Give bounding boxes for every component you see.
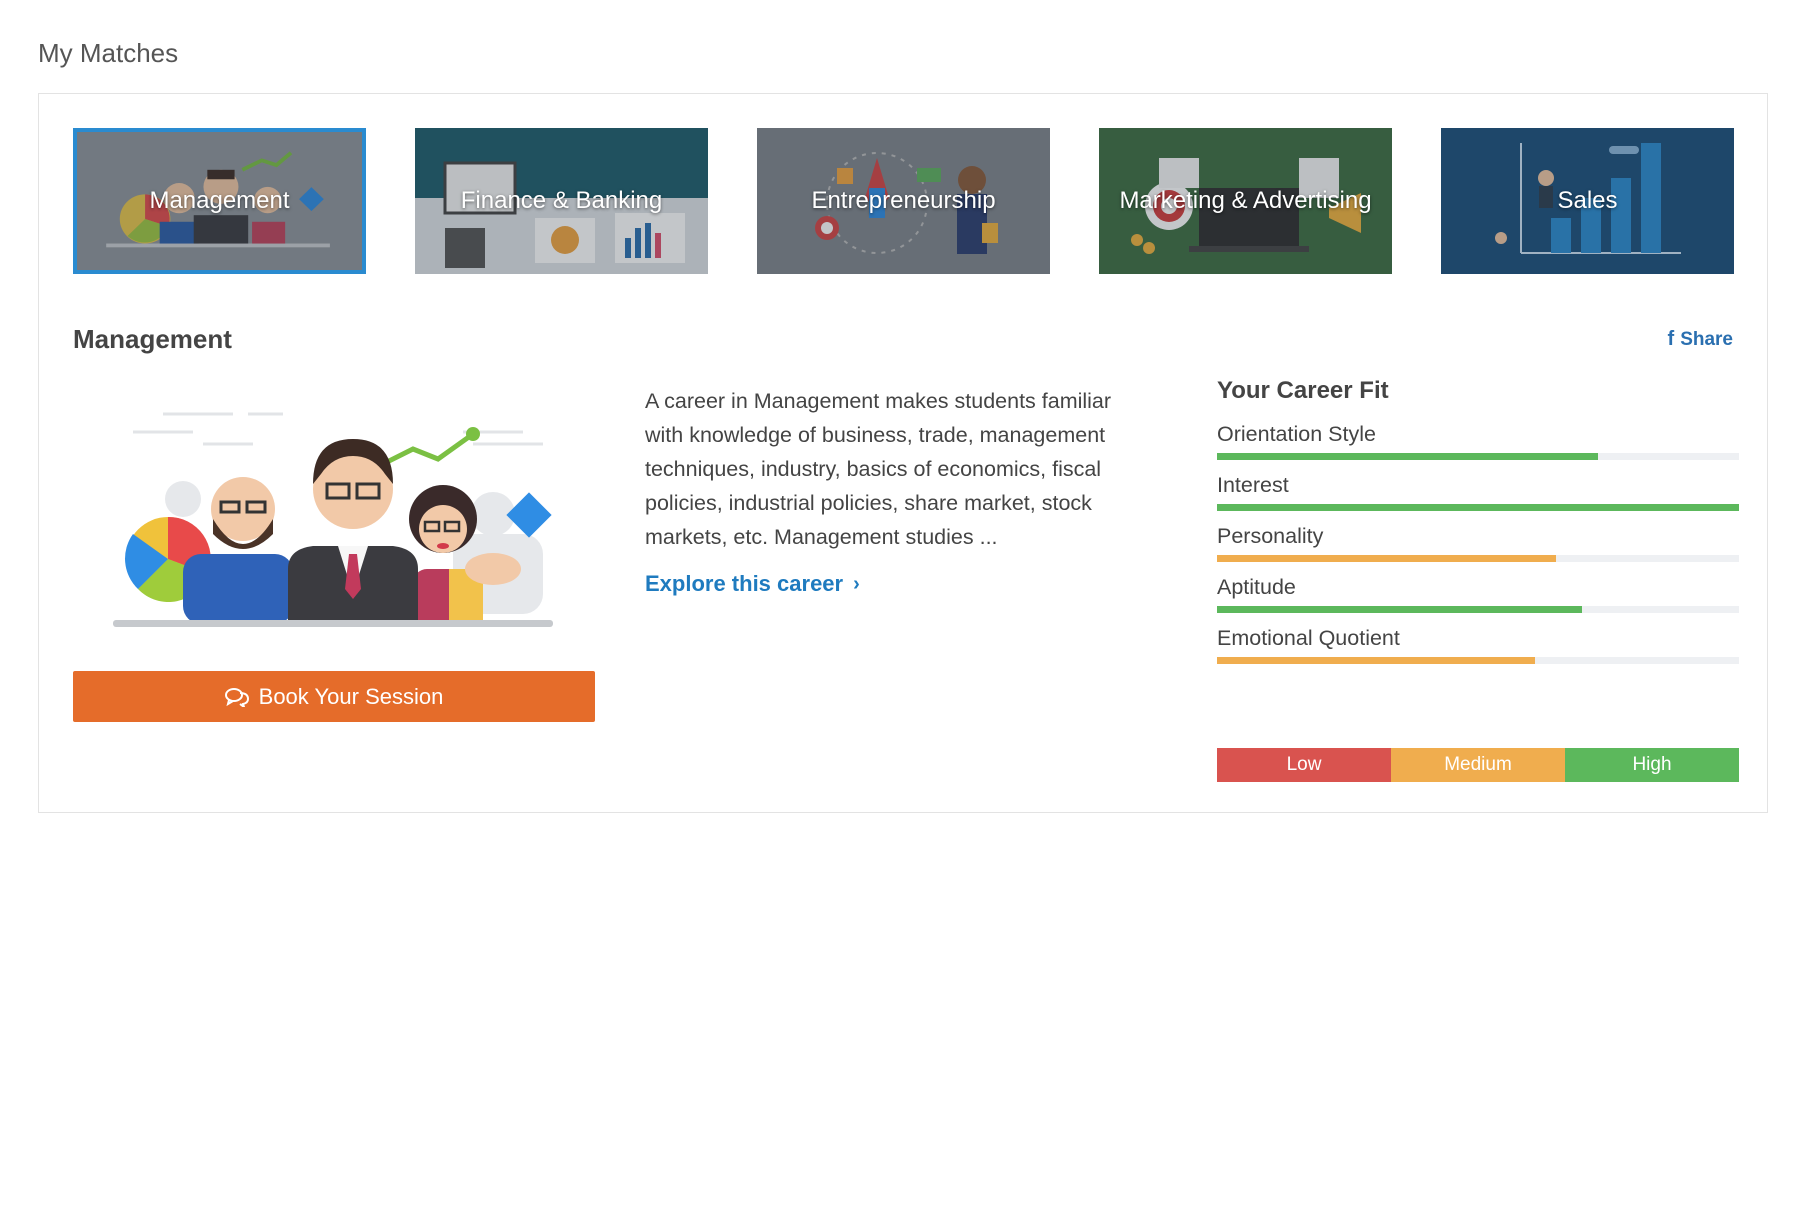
- chat-bubbles-icon: [224, 687, 249, 707]
- fit-bar-track: [1217, 555, 1739, 562]
- chevron-right-icon: ›: [853, 572, 860, 595]
- fit-item: Personality: [1217, 521, 1739, 562]
- legend-low: Low: [1217, 748, 1391, 782]
- fit-legend: Low Medium High: [1217, 748, 1739, 782]
- share-button[interactable]: f Share: [1668, 328, 1733, 351]
- page: My Matches Management Finance & Banking …: [0, 0, 1800, 1228]
- legend-high: High: [1565, 748, 1739, 782]
- fit-item: Emotional Quotient: [1217, 623, 1739, 664]
- fit-item: Aptitude: [1217, 572, 1739, 613]
- fit-item: Interest: [1217, 470, 1739, 511]
- page-title: My Matches: [38, 38, 179, 68]
- tile-label: Entrepreneurship: [811, 187, 996, 214]
- fit-bar-fill: [1217, 555, 1557, 562]
- book-session-button[interactable]: Book Your Session: [73, 671, 595, 722]
- fit-item-label: Emotional Quotient: [1217, 626, 1400, 650]
- career-title: Management: [73, 324, 232, 354]
- tile-label: Marketing & Advertising: [1119, 187, 1372, 214]
- fit-item-label: Interest: [1217, 473, 1289, 497]
- share-label: Share: [1680, 328, 1733, 350]
- career-description: A career in Management makes students fa…: [645, 389, 1112, 549]
- tile-label: Sales: [1557, 187, 1618, 214]
- tile-management[interactable]: Management: [73, 128, 366, 274]
- fit-item-label: Orientation Style: [1217, 422, 1376, 446]
- tile-entrepreneurship[interactable]: Entrepreneurship: [757, 128, 1050, 274]
- management-hero-illustration: [113, 412, 553, 627]
- fit-bar-fill: [1217, 453, 1599, 460]
- fit-bar-fill: [1217, 504, 1739, 511]
- career-fit-title: Your Career Fit: [1217, 377, 1389, 404]
- fit-item-label: Personality: [1217, 524, 1324, 548]
- career-fit-list: Orientation Style Interest Personality Apti…: [1217, 419, 1739, 664]
- tile-label: Management: [149, 187, 290, 214]
- fit-bar-track: [1217, 453, 1739, 460]
- tile-marketing-advertising[interactable]: Marketing & Advertising: [1099, 128, 1392, 274]
- tile-finance-banking[interactable]: Finance & Banking: [415, 128, 708, 274]
- fit-bar-fill: [1217, 657, 1536, 664]
- career-fit: Your Career Fit Orientation Style Interes…: [1217, 377, 1739, 674]
- book-session-label: Book Your Session: [258, 683, 444, 709]
- fit-bar-track: [1217, 504, 1739, 511]
- explore-label: Explore this career: [645, 571, 844, 596]
- fit-item-label: Aptitude: [1217, 575, 1296, 599]
- tile-sales[interactable]: Sales: [1441, 128, 1734, 274]
- fit-bar-track: [1217, 657, 1739, 664]
- fit-item: Orientation Style: [1217, 419, 1739, 460]
- fit-bar-track: [1217, 606, 1739, 613]
- explore-career-link[interactable]: Explore this career ›: [645, 571, 860, 597]
- legend-medium: Medium: [1391, 748, 1565, 782]
- facebook-icon: f: [1667, 328, 1675, 350]
- matches-panel: Management Finance & Banking Entrepreneu…: [38, 93, 1768, 813]
- career-tiles: Management Finance & Banking Entrepreneu…: [73, 128, 1735, 274]
- fit-bar-fill: [1217, 606, 1583, 613]
- tile-label: Finance & Banking: [460, 187, 663, 214]
